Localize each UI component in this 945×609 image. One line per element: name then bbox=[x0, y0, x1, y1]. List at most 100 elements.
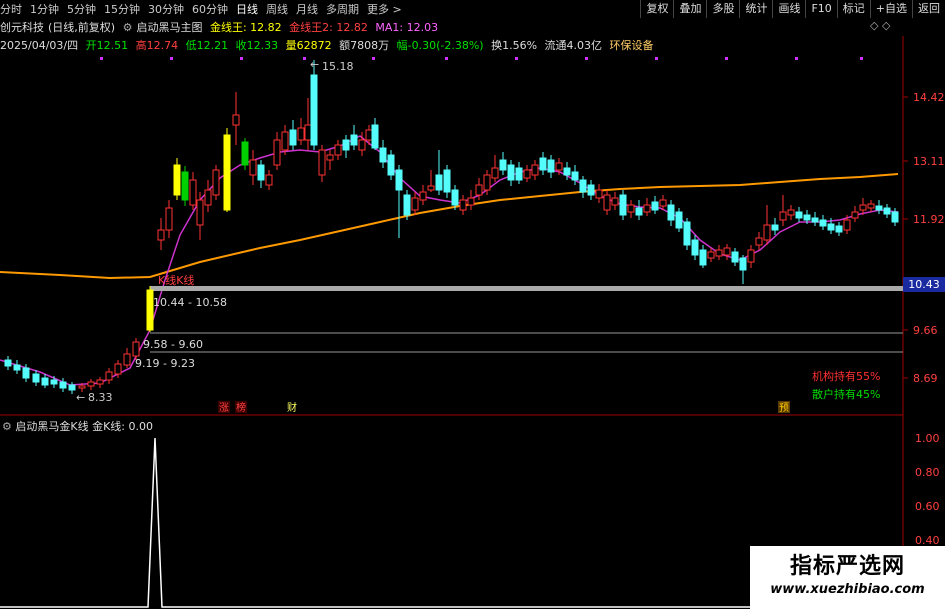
candle-body bbox=[241, 141, 249, 166]
candle-body bbox=[419, 191, 427, 201]
candle-body bbox=[123, 353, 131, 366]
low-price-label: 8.33 bbox=[88, 391, 113, 404]
diamond-icons[interactable]: ◇ ◇ bbox=[870, 19, 890, 32]
candle-body bbox=[539, 157, 547, 171]
candle-body bbox=[395, 169, 403, 191]
candle-body bbox=[675, 211, 683, 229]
candle-body bbox=[531, 164, 539, 176]
candle-body bbox=[851, 211, 859, 219]
candle-body bbox=[795, 211, 803, 219]
candle-body bbox=[803, 214, 811, 221]
price-axis-label: 9.66 bbox=[913, 324, 938, 337]
candle-body bbox=[371, 124, 379, 149]
candle-body bbox=[289, 129, 297, 146]
candle-body bbox=[427, 185, 435, 191]
candle-body bbox=[105, 371, 113, 381]
candle-body bbox=[771, 224, 779, 231]
candle-body bbox=[683, 221, 691, 246]
candle-body bbox=[358, 139, 366, 151]
candle-body bbox=[611, 197, 619, 206]
sub-axis-label: 0.80 bbox=[915, 466, 940, 479]
candle-body bbox=[883, 207, 891, 215]
candle-body bbox=[114, 363, 122, 375]
candle-body bbox=[334, 144, 342, 156]
candle-body bbox=[875, 205, 883, 211]
candle-body bbox=[451, 189, 459, 206]
candle-body bbox=[310, 74, 318, 146]
candle-body bbox=[50, 379, 58, 385]
candle-body bbox=[659, 199, 667, 207]
candle-body bbox=[491, 167, 499, 179]
candle-body bbox=[731, 251, 739, 263]
watermark-url: www.xuezhibiao.com bbox=[770, 582, 925, 597]
candle-body bbox=[571, 171, 579, 181]
candle-body bbox=[41, 377, 49, 386]
candle-body bbox=[189, 179, 197, 206]
candle-body bbox=[165, 207, 173, 231]
candle-body bbox=[779, 211, 787, 221]
institution-holding: 机构持有55% bbox=[812, 369, 880, 383]
kline-signal-label: K线K线 bbox=[158, 273, 194, 287]
candle-body bbox=[281, 131, 289, 151]
candle-body bbox=[755, 237, 763, 246]
event-marker-cai[interactable]: 财 bbox=[287, 401, 297, 414]
candle-body bbox=[223, 134, 231, 211]
sub-gear-icon[interactable]: ⚙ bbox=[2, 420, 12, 433]
candle-body bbox=[181, 171, 189, 201]
candle-body bbox=[411, 197, 419, 211]
candle-body bbox=[257, 164, 265, 181]
candle-body bbox=[699, 249, 707, 266]
candle-body bbox=[787, 209, 795, 216]
candle-body bbox=[587, 184, 595, 196]
candle-body bbox=[483, 174, 491, 191]
price-axis-label: 11.92 bbox=[913, 213, 945, 226]
price-axis-label: 14.42 bbox=[913, 91, 945, 104]
candle-body bbox=[635, 207, 643, 216]
event-marker-yu[interactable]: 预 bbox=[779, 402, 789, 414]
candle-body bbox=[563, 167, 571, 176]
top-signal-dots bbox=[100, 57, 863, 60]
candle-body bbox=[691, 239, 699, 256]
price-axis-label: 8.69 bbox=[913, 372, 938, 385]
candle-body bbox=[326, 154, 334, 161]
candle-body bbox=[723, 247, 731, 256]
event-marker-zhang[interactable]: 涨 bbox=[219, 402, 229, 414]
candle-body bbox=[204, 189, 212, 206]
candle-body bbox=[603, 194, 611, 211]
candle-body bbox=[507, 164, 515, 181]
candle-body bbox=[843, 219, 851, 231]
sub-axis-label: 0.60 bbox=[915, 500, 940, 513]
current-price-band bbox=[150, 286, 903, 291]
event-marker-bang[interactable]: 榜 bbox=[236, 401, 246, 414]
candle-body bbox=[859, 204, 867, 211]
candle-body bbox=[707, 251, 715, 259]
sub-axis-label: 1.00 bbox=[915, 432, 940, 445]
candle-body bbox=[819, 219, 827, 227]
candle-body bbox=[365, 129, 373, 141]
candle-body bbox=[827, 223, 835, 231]
candle-body bbox=[304, 124, 312, 141]
candle-body bbox=[157, 229, 165, 241]
candle-body bbox=[350, 134, 358, 146]
candle-body bbox=[891, 211, 899, 223]
kline-chart[interactable]: 14.4213.1111.929.668.69 1.000.800.600.40… bbox=[0, 0, 945, 609]
candle-body bbox=[265, 174, 273, 186]
candle-body bbox=[78, 385, 86, 389]
candle-body bbox=[467, 197, 475, 206]
zone-label-3: 9.19 - 9.23 bbox=[135, 357, 195, 370]
candle-body bbox=[475, 184, 483, 196]
candle-body bbox=[579, 179, 587, 193]
sub-indicator-value: 金K线: 0.00 bbox=[92, 420, 154, 433]
candle-body bbox=[763, 224, 771, 241]
candle-body bbox=[547, 159, 555, 173]
candle-body bbox=[619, 194, 627, 216]
candle-body bbox=[627, 204, 635, 213]
sub-indicator-name[interactable]: 启动黑马金K线 bbox=[15, 420, 88, 433]
candle-body bbox=[835, 225, 843, 233]
watermark: 指标严选网 www.xuezhibiao.com bbox=[750, 546, 945, 609]
zone-label-2: 9.58 - 9.60 bbox=[143, 338, 203, 351]
candle-body bbox=[443, 169, 451, 193]
candle-body bbox=[595, 189, 603, 199]
candle-body bbox=[667, 204, 675, 221]
candle-body bbox=[523, 169, 531, 179]
